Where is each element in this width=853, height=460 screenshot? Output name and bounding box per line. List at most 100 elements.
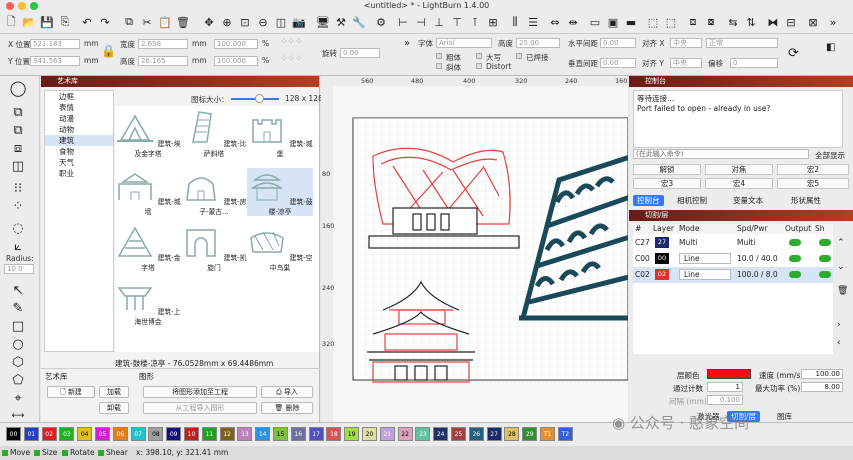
font-height-input[interactable]: 25.00 xyxy=(516,38,560,48)
align-vcenter-icon[interactable]: ⊞ xyxy=(486,15,500,29)
mode-select[interactable]: Line xyxy=(679,269,731,280)
command-input[interactable]: (在此输入命令) xyxy=(633,149,809,159)
grid-array-icon[interactable]: ⁝⁝ xyxy=(8,180,28,196)
ellipse-tool-icon[interactable]: ○ xyxy=(8,336,28,352)
layer-color-swatch[interactable] xyxy=(707,369,751,379)
boolean-union-icon[interactable]: ⧉ xyxy=(8,122,28,138)
palette-swatch[interactable]: 07 xyxy=(130,427,146,441)
size-match-icon[interactable]: ⊠ xyxy=(806,15,820,29)
align-top-icon[interactable]: ⊤ xyxy=(450,15,464,29)
page-align-2-icon[interactable]: ⬚ xyxy=(664,15,678,29)
palette-swatch[interactable]: T2 xyxy=(557,427,573,441)
boolean-diff-icon[interactable]: ⧈ xyxy=(8,140,28,156)
art-tile[interactable]: 建筑-金字塔 xyxy=(115,224,181,272)
select-tool-icon[interactable]: ↖ xyxy=(8,282,28,298)
macro2-button[interactable]: 宏2 xyxy=(777,164,849,175)
offset-input[interactable]: 0 xyxy=(730,58,778,68)
palette-swatch[interactable]: 24 xyxy=(433,427,449,441)
speed-input[interactable]: 100.00 xyxy=(801,369,843,379)
palette-swatch[interactable]: 02 xyxy=(41,427,57,441)
new-library-button[interactable]: 🗋 新建 xyxy=(47,386,95,398)
art-tile[interactable]: 建筑-城堡 xyxy=(247,110,313,158)
pen-tool-icon[interactable]: ✎ xyxy=(8,300,28,316)
align-right-icon[interactable]: ⊣ xyxy=(414,15,428,29)
palette-swatch[interactable]: 00 xyxy=(6,427,21,441)
move-icon[interactable]: ✥ xyxy=(202,15,216,29)
max-power-input[interactable]: 8.00 xyxy=(801,382,843,392)
width-input[interactable]: 2.658 xyxy=(138,39,188,49)
close-window-button[interactable] xyxy=(6,2,14,10)
next-icon[interactable]: › xyxy=(837,320,841,330)
circle-tool-icon[interactable]: ◯ xyxy=(8,79,28,97)
more-tools-icon[interactable]: » xyxy=(826,15,840,29)
interval-input[interactable]: 0.100 xyxy=(707,395,743,405)
align-x-select[interactable]: 中央 xyxy=(670,38,702,48)
dock-center-icon[interactable]: ▣ xyxy=(606,15,620,29)
y-position-input[interactable]: 341.563 xyxy=(30,56,80,66)
palette-swatch[interactable]: 14 xyxy=(255,427,271,441)
dock-bottom-icon[interactable]: ▬ xyxy=(624,15,638,29)
tab-console[interactable]: 控制台 xyxy=(633,195,664,206)
macro4-button[interactable]: 宏4 xyxy=(705,178,773,189)
ungroup-icon[interactable]: ⧇ xyxy=(704,15,718,29)
paste-icon[interactable]: 📋 xyxy=(158,15,172,29)
palette-swatch[interactable]: 28 xyxy=(504,427,520,441)
focus-button[interactable]: 对焦 xyxy=(705,164,773,175)
show-toggle[interactable] xyxy=(819,239,831,246)
palette-swatch[interactable]: 06 xyxy=(112,427,128,441)
align-left-icon[interactable]: ⊢ xyxy=(396,15,410,29)
unload-library-button[interactable]: 卸载 xyxy=(99,402,129,414)
node-edit-icon[interactable]: ⟀ xyxy=(8,238,28,254)
size-checkbox[interactable] xyxy=(34,450,40,456)
position-grid-2-icon[interactable]: ⁘⁘⁘ xyxy=(280,54,303,64)
move-checkbox[interactable] xyxy=(2,450,8,456)
copy-icon[interactable]: ⧉ xyxy=(122,15,136,29)
category-item[interactable]: 天气 xyxy=(45,157,113,168)
tools-icon[interactable]: ⚒ xyxy=(334,15,348,29)
category-item[interactable]: 动漫 xyxy=(45,113,113,124)
redo-icon[interactable]: ↷ xyxy=(98,15,112,29)
art-tile[interactable]: 建筑-凯旋门 xyxy=(181,224,247,272)
camera-icon[interactable]: 📷 xyxy=(292,15,306,29)
collapse-chevron-icon[interactable]: » xyxy=(404,38,410,49)
palette-swatch[interactable]: 04 xyxy=(77,427,93,441)
output-toggle[interactable] xyxy=(789,239,801,246)
palette-swatch[interactable]: 19 xyxy=(344,427,360,441)
import-button[interactable]: ⎙ 导入 xyxy=(261,386,313,398)
save-icon[interactable]: 💾 xyxy=(40,15,54,29)
prev-icon[interactable]: ‹ xyxy=(837,338,841,348)
import-icon[interactable]: ⎘ xyxy=(58,15,72,29)
flip-h-icon[interactable]: ⇆ xyxy=(726,15,740,29)
space-h-icon[interactable]: ⇹ xyxy=(566,15,580,29)
art-tile[interactable]: 建筑-空中鸟巢 xyxy=(247,224,313,272)
palette-swatch[interactable]: 26 xyxy=(468,427,484,441)
art-tile[interactable]: 建筑-埃及金字塔 xyxy=(115,110,181,158)
minimize-window-button[interactable] xyxy=(18,2,26,10)
panel-toggle-icon[interactable]: ◧ xyxy=(826,42,835,53)
palette-swatch[interactable]: 11 xyxy=(201,427,217,441)
group-icon[interactable]: ⧈ xyxy=(686,15,700,29)
upper-checkbox[interactable] xyxy=(476,53,482,59)
layer-row[interactable]: C27 27 Multi Multi xyxy=(633,235,833,251)
art-tile[interactable]: 建筑-城墙 xyxy=(115,168,181,216)
art-tile-selected[interactable]: 建筑-鼓楼-凉亭 xyxy=(247,168,313,216)
show-toggle[interactable] xyxy=(819,255,831,262)
zoom-in-icon[interactable]: ⊕ xyxy=(220,15,234,29)
palette-swatch[interactable]: 22 xyxy=(397,427,413,441)
tab-library[interactable]: 图库 xyxy=(773,411,796,422)
add-shape-to-project-button[interactable]: 将图形添加至工程 xyxy=(143,386,257,398)
category-item-selected[interactable]: 建筑 xyxy=(45,135,113,146)
macro5-button[interactable]: 宏5 xyxy=(777,178,849,189)
distribute-h-icon[interactable]: ⫼ xyxy=(508,15,522,29)
zoom-window-button[interactable] xyxy=(30,2,38,10)
x-position-input[interactable]: 521.183 xyxy=(30,39,80,49)
palette-swatch[interactable]: 05 xyxy=(95,427,110,441)
palette-swatch[interactable]: 18 xyxy=(326,427,342,441)
tab-camera[interactable]: 相机控制 xyxy=(673,195,711,206)
rectangle-tool-icon[interactable]: □ xyxy=(8,318,28,334)
circular-array-icon[interactable]: ⁘ xyxy=(8,198,28,214)
import-from-project-button[interactable]: 从工程导入图形 xyxy=(143,402,257,414)
zoom-fit-icon[interactable]: ⊡ xyxy=(238,15,252,29)
bold-checkbox[interactable] xyxy=(436,53,442,59)
palette-swatch[interactable]: 15 xyxy=(273,427,288,441)
